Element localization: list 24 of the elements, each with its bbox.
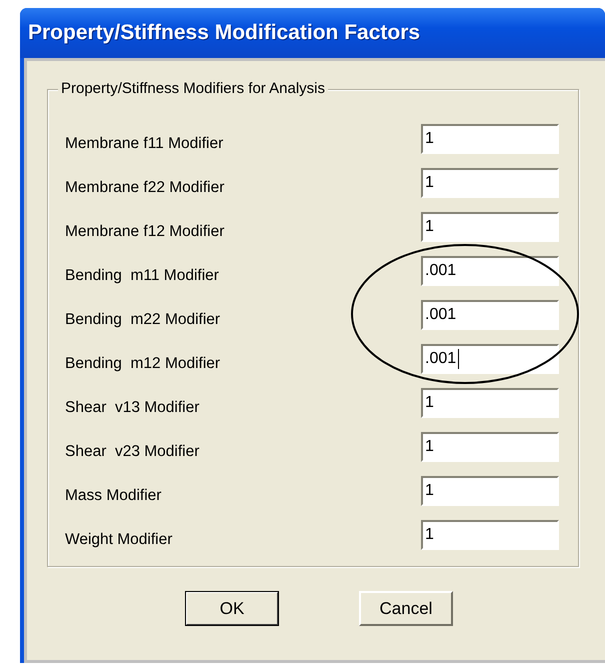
input-field[interactable]: 1 bbox=[421, 124, 559, 154]
ok-button[interactable]: OK bbox=[185, 591, 279, 626]
field-label: Bending m22 Modifier bbox=[65, 310, 222, 329]
field-label: Membrane f22 Modifier bbox=[65, 178, 226, 197]
input-field[interactable]: 1 bbox=[421, 388, 559, 418]
group-title: Property/Stiffness Modifiers for Analysis bbox=[58, 80, 328, 97]
field-label: Membrane f12 Modifier bbox=[65, 222, 226, 241]
field-label: Membrane f11 Modifier bbox=[65, 134, 224, 153]
input-field[interactable]: .001 bbox=[421, 300, 559, 330]
input-field[interactable]: .001 bbox=[421, 256, 559, 286]
field-label: Mass Modifier bbox=[65, 486, 162, 505]
field-label: Shear v13 Modifier bbox=[65, 398, 200, 417]
input-field[interactable]: 1 bbox=[421, 212, 559, 242]
input-field[interactable]: 1 bbox=[421, 476, 559, 506]
input-field[interactable]: 1 bbox=[421, 168, 559, 198]
input-field[interactable]: 1 bbox=[421, 432, 559, 462]
input-field[interactable]: 1 bbox=[421, 520, 559, 550]
field-label: Shear v23 Modifier bbox=[65, 442, 200, 461]
field-label: Bending m11 Modifier bbox=[65, 266, 220, 285]
field-label: Bending m12 Modifier bbox=[65, 354, 222, 373]
window-title: Property/Stiffness Modification Factors bbox=[28, 21, 420, 45]
cancel-button[interactable]: Cancel bbox=[359, 591, 453, 626]
input-field[interactable]: .001 bbox=[421, 344, 559, 374]
field-label: Weight Modifier bbox=[65, 530, 174, 549]
